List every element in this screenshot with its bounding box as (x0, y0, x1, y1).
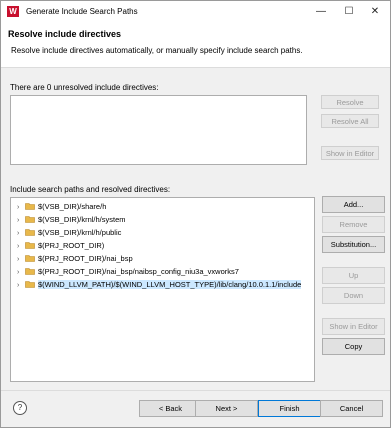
chevron-right-icon[interactable]: › (17, 215, 25, 227)
chevron-right-icon[interactable]: › (17, 241, 25, 253)
show-in-editor-button[interactable]: Show in Editor (321, 146, 379, 160)
tree-item-label: $(VSB_DIR)/share/h (38, 202, 107, 211)
next-button[interactable]: Next > (195, 400, 258, 417)
folder-icon (25, 216, 35, 223)
page-title: Resolve include directives (8, 29, 122, 39)
chevron-right-icon[interactable]: › (17, 228, 25, 240)
chevron-right-icon[interactable]: › (17, 202, 25, 214)
app-logo-icon: W (7, 6, 19, 17)
tree-item[interactable]: › $(PRJ_ROOT_DIR) (17, 240, 104, 252)
tree-item[interactable]: › $(VSB_DIR)/krnl/h/public (17, 227, 121, 239)
add-button[interactable]: Add... (322, 196, 385, 213)
wizard-header: Resolve include directives Resolve inclu… (1, 23, 390, 68)
window-title: Generate Include Search Paths (26, 7, 138, 16)
finish-button[interactable]: Finish (258, 400, 321, 417)
up-button[interactable]: Up (322, 267, 385, 284)
tree-item-label: $(PRJ_ROOT_DIR)/nai_bsp/naibsp_config_ni… (38, 267, 239, 276)
tree-item-label: $(WIND_LLVM_PATH)/$(WIND_LLVM_HOST_TYPE)… (38, 280, 302, 289)
unresolved-list[interactable] (10, 95, 307, 165)
back-button[interactable]: < Back (139, 400, 202, 417)
tree-item[interactable]: › $(VSB_DIR)/krnl/h/system (17, 214, 126, 226)
chevron-right-icon[interactable]: › (17, 280, 25, 292)
folder-icon (25, 229, 35, 236)
paths-label: Include search paths and resolved direct… (10, 185, 171, 194)
unresolved-label: There are 0 unresolved include directive… (10, 83, 159, 92)
page-description: Resolve include directives automatically… (11, 46, 303, 55)
substitution-button[interactable]: Substitution... (322, 236, 385, 253)
minimize-icon[interactable]: — (307, 3, 335, 21)
help-icon[interactable]: ? (13, 401, 27, 415)
tree-item-label: $(PRJ_ROOT_DIR) (38, 241, 105, 250)
resolve-button[interactable]: Resolve (321, 95, 379, 109)
tree-item[interactable]: › $(VSB_DIR)/share/h (17, 201, 106, 213)
tree-item[interactable]: › $(PRJ_ROOT_DIR)/nai_bsp/naibsp_config_n… (17, 266, 239, 278)
show-in-editor-paths-button[interactable]: Show in Editor (322, 318, 385, 335)
dialog-window: W Generate Include Search Paths — ☐ ✕ Re… (0, 0, 391, 428)
tree-item[interactable]: › $(WIND_LLVM_PATH)/$(WIND_LLVM_HOST_TYPE… (17, 279, 302, 292)
down-button[interactable]: Down (322, 287, 385, 304)
folder-icon (25, 255, 35, 262)
remove-button[interactable]: Remove (322, 216, 385, 233)
include-paths-tree[interactable]: › $(VSB_DIR)/share/h › $(VSB_DIR)/krnl/h/sy… (10, 197, 315, 382)
folder-icon (25, 242, 35, 249)
title-bar[interactable]: W Generate Include Search Paths — ☐ ✕ (1, 1, 390, 23)
footer-divider (1, 390, 390, 391)
close-icon[interactable]: ✕ (361, 3, 389, 21)
tree-item-label: $(VSB_DIR)/krnl/h/system (38, 215, 126, 224)
chevron-right-icon[interactable]: › (17, 267, 25, 279)
copy-button[interactable]: Copy (322, 338, 385, 355)
tree-item-label: $(VSB_DIR)/krnl/h/public (38, 228, 122, 237)
resolve-all-button[interactable]: Resolve All (321, 114, 379, 128)
folder-icon (25, 203, 35, 210)
tree-item-label: $(PRJ_ROOT_DIR)/nai_bsp (38, 254, 133, 263)
cancel-button[interactable]: Cancel (320, 400, 383, 417)
chevron-right-icon[interactable]: › (17, 254, 25, 266)
maximize-icon[interactable]: ☐ (335, 3, 363, 21)
folder-icon (25, 268, 35, 275)
tree-item[interactable]: › $(PRJ_ROOT_DIR)/nai_bsp (17, 253, 133, 265)
folder-icon (25, 281, 35, 288)
